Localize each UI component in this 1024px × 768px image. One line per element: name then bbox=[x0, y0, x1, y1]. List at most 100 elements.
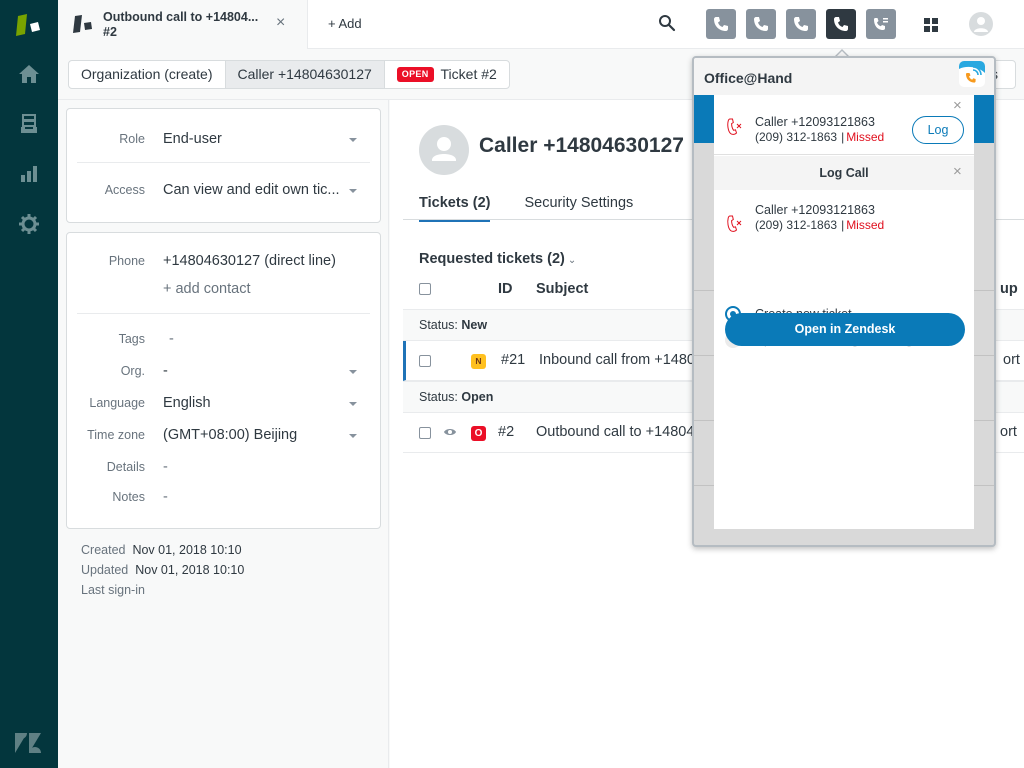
status-value: New bbox=[461, 318, 488, 332]
row-checkbox[interactable] bbox=[419, 427, 431, 439]
popup-header: Office@Hand bbox=[694, 58, 994, 95]
missed-call-notification: Caller +12093121863 (209) 312-1863 | Misse… bbox=[714, 95, 974, 155]
ticket-id: #2 bbox=[498, 424, 515, 440]
user-avatar[interactable] bbox=[419, 125, 469, 175]
ticket-tab[interactable]: Outbound call to +14804... #2 × bbox=[58, 0, 308, 49]
requested-tickets-title: Requested tickets (2) bbox=[419, 251, 565, 267]
phone-label: Phone bbox=[108, 254, 145, 268]
nav-views[interactable] bbox=[0, 104, 58, 144]
timezone-label: Time zone bbox=[87, 428, 145, 442]
office-at-hand-popup: Office@Hand Caller +12093121863 (209) 31… bbox=[692, 56, 996, 547]
top-bar: Outbound call to +14804... #2 × + Add bbox=[58, 0, 1024, 49]
missed-call-icon bbox=[727, 118, 742, 135]
user-tabs: Tickets (2) Security Settings bbox=[419, 195, 633, 222]
call-log-button[interactable] bbox=[866, 9, 896, 39]
contact-card: Phone +14804630127 (direct line) + add c… bbox=[66, 232, 381, 529]
tags-label: Tags bbox=[118, 332, 145, 346]
log-button[interactable]: Log bbox=[912, 116, 964, 144]
search-icon[interactable] bbox=[658, 14, 676, 32]
language-label: Language bbox=[89, 396, 145, 410]
access-value: Can view and edit own tic... bbox=[163, 182, 340, 198]
log-caller-number-line: (209) 312-1863 | Missed bbox=[755, 218, 884, 232]
close-tab-icon[interactable]: × bbox=[276, 14, 285, 32]
user-properties-panel: Role End-user Access Can view and edit o… bbox=[58, 100, 389, 768]
notes-value: - bbox=[163, 489, 168, 505]
last-signin-meta: Last sign-in bbox=[81, 583, 145, 597]
ticket-subject[interactable]: Outbound call to +14804 bbox=[536, 424, 694, 440]
caller-number: (209) 312-1863 bbox=[755, 130, 838, 144]
tab-tickets[interactable]: Tickets (2) bbox=[419, 195, 491, 222]
caller-name: Caller +12093121863 bbox=[755, 115, 875, 129]
status-badge-new: N bbox=[471, 354, 486, 369]
breadcrumb: Organization (create) Caller +1480463012… bbox=[68, 60, 510, 89]
phone-app-button-2[interactable] bbox=[746, 9, 776, 39]
close-notification-icon[interactable]: × bbox=[953, 98, 962, 113]
chevron-down-icon: ⌄ bbox=[567, 255, 577, 266]
log-caller-name: Caller +12093121863 bbox=[755, 203, 875, 217]
updated-meta: Updated Nov 01, 2018 10:10 bbox=[81, 563, 244, 577]
access-label: Access bbox=[104, 183, 145, 197]
column-header-group[interactable]: up bbox=[1000, 281, 1018, 297]
phone-icon bbox=[794, 17, 808, 31]
user-icon bbox=[432, 137, 456, 161]
user-avatar-menu[interactable] bbox=[969, 12, 993, 36]
details-label: Details bbox=[106, 460, 145, 474]
ticket-subject[interactable]: Inbound call from +1480 bbox=[539, 352, 695, 368]
popup-title: Office@Hand bbox=[704, 70, 793, 86]
separator: | bbox=[841, 130, 845, 144]
created-value: Nov 01, 2018 10:10 bbox=[132, 543, 242, 557]
created-meta: Created Nov 01, 2018 10:10 bbox=[81, 543, 242, 557]
tab-security-settings[interactable]: Security Settings bbox=[524, 195, 633, 222]
column-header-subject[interactable]: Subject bbox=[536, 281, 588, 297]
call-status-missed: Missed bbox=[846, 218, 885, 232]
ticket-id: #21 bbox=[501, 352, 526, 368]
missed-call-icon bbox=[727, 215, 742, 232]
ticket-group: ort bbox=[1003, 352, 1020, 368]
select-all-checkbox[interactable] bbox=[419, 283, 431, 295]
call-status-missed: Missed bbox=[846, 130, 885, 144]
breadcrumb-user[interactable]: Caller +14804630127 bbox=[225, 61, 385, 88]
breadcrumb-organization-label: Organization (create) bbox=[81, 66, 213, 82]
add-button[interactable]: + Add bbox=[328, 16, 362, 31]
nav-reporting[interactable] bbox=[0, 154, 58, 194]
close-log-call-icon[interactable]: × bbox=[953, 164, 962, 179]
zendesk-product-logo-icon[interactable] bbox=[14, 10, 44, 38]
reporting-icon bbox=[21, 166, 37, 182]
role-card: Role End-user Access Can view and edit o… bbox=[66, 108, 381, 223]
chevron-down-icon bbox=[349, 402, 357, 406]
log-call-header: Log Call × bbox=[714, 156, 974, 190]
column-header-id[interactable]: ID bbox=[498, 281, 513, 297]
tags-value: - bbox=[169, 331, 174, 347]
timezone-value: (GMT+08:00) Beijing bbox=[163, 427, 298, 443]
updated-label: Updated bbox=[81, 563, 129, 577]
log-call-title: Log Call bbox=[819, 166, 869, 180]
phone-app-button-active[interactable] bbox=[826, 9, 856, 39]
add-contact-link[interactable]: + add contact bbox=[163, 281, 250, 297]
eye-icon bbox=[444, 429, 456, 435]
breadcrumb-organization[interactable]: Organization (create) bbox=[69, 61, 226, 88]
nav-admin[interactable] bbox=[0, 204, 58, 244]
status-badge-open: OPEN bbox=[396, 67, 434, 82]
apps-grid-icon[interactable] bbox=[923, 17, 939, 33]
status-value: Open bbox=[461, 390, 494, 404]
row-checkbox[interactable] bbox=[419, 355, 431, 367]
page-title: Caller +14804630127 bbox=[479, 134, 684, 157]
breadcrumb-ticket[interactable]: OPEN Ticket #2 bbox=[385, 61, 509, 88]
chevron-down-icon bbox=[349, 370, 357, 374]
phone-app-button-1[interactable] bbox=[706, 9, 736, 39]
open-in-zendesk-button[interactable]: Open in Zendesk bbox=[725, 313, 965, 346]
phone-app-button-3[interactable] bbox=[786, 9, 816, 39]
phone-value[interactable]: +14804630127 (direct line) bbox=[163, 253, 336, 269]
admin-gear-icon bbox=[19, 214, 39, 234]
nav-home[interactable] bbox=[0, 54, 58, 94]
ticket-group: ort bbox=[1000, 424, 1017, 440]
phone-list-icon bbox=[874, 18, 888, 30]
updated-value: Nov 01, 2018 10:10 bbox=[135, 563, 245, 577]
notes-label: Notes bbox=[112, 490, 145, 504]
requested-tickets-toggle[interactable]: Requested tickets (2) ⌄ bbox=[419, 251, 576, 267]
ticket-tab-icon bbox=[73, 15, 92, 33]
role-label: Role bbox=[119, 132, 145, 146]
ticket-tab-subtitle: #2 bbox=[103, 25, 117, 39]
views-icon bbox=[21, 114, 37, 133]
phone-icon bbox=[754, 17, 768, 31]
